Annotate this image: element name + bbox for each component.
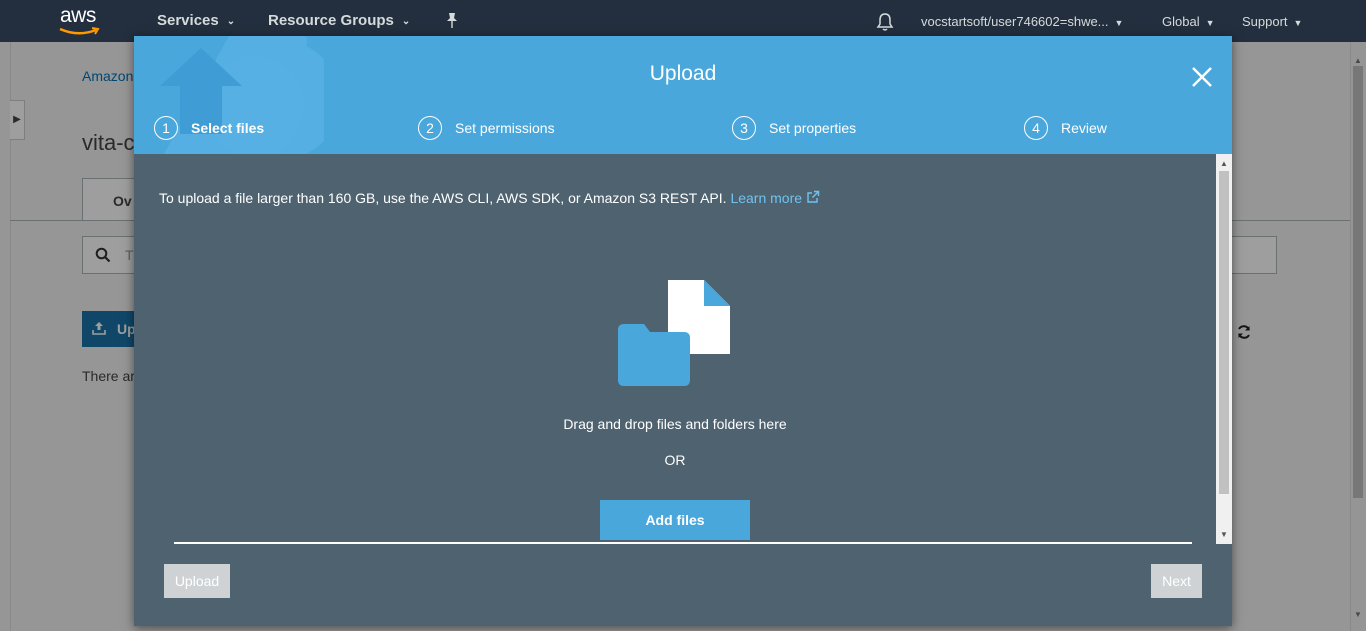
aws-smile-icon [59,27,100,35]
dialog-scrollbar-thumb[interactable] [1219,171,1229,494]
pin-icon[interactable] [444,12,460,30]
close-icon[interactable] [1190,65,1214,89]
support-menu[interactable]: Support ▼ [1242,14,1302,29]
resource-groups-menu[interactable]: Resource Groups ⌄ [268,12,410,29]
chevron-down-icon: ▼ [1205,18,1215,28]
step-label: Select files [191,120,265,136]
external-link-icon [807,190,820,203]
resource-groups-label: Resource Groups [268,12,394,29]
chevron-down-icon: ▼ [1293,18,1303,28]
region-menu[interactable]: Global ▼ [1162,14,1215,29]
next-button[interactable]: Next [1151,564,1202,598]
learn-more-link[interactable]: Learn more [730,190,820,206]
chevron-down-icon: ▼ [1114,18,1124,28]
step-number: 2 [418,116,442,140]
step-label: Review [1061,120,1107,136]
step-label: Set permissions [455,120,555,136]
bell-icon[interactable] [876,12,894,32]
scroll-up-icon[interactable]: ▲ [1220,159,1228,168]
or-separator: OR [664,452,686,468]
account-menu[interactable]: vocstartsoft/user746602=shwe... ▼ [921,14,1123,29]
services-label: Services [157,12,219,29]
learn-more-label: Learn more [730,190,803,206]
scroll-down-icon[interactable]: ▼ [1220,530,1228,539]
support-label: Support [1242,14,1288,29]
region-label: Global [1162,14,1200,29]
files-folders-icon [618,280,730,386]
services-menu[interactable]: Services ⌄ [157,12,235,29]
aws-logo[interactable]: aws [58,4,104,38]
chevron-down-icon: ⌄ [401,16,411,27]
aws-logo-text: aws [60,4,96,27]
upload-dialog-header: Upload 1 Select files 2 Set permissions … [134,36,1232,154]
drag-drop-text: Drag and drop files and folders here [563,416,787,432]
step-number: 1 [154,116,178,140]
step-label: Set properties [769,120,857,136]
upload-submit-button[interactable]: Upload [164,564,230,598]
account-label: vocstartsoft/user746602=shwe... [921,14,1109,29]
step-number: 4 [1024,116,1048,140]
dialog-title: Upload [649,62,717,85]
upload-dropzone[interactable]: To upload a file larger than 160 GB, use… [134,154,1216,542]
upload-size-info: To upload a file larger than 160 GB, use… [159,190,820,206]
upload-size-info-text: To upload a file larger than 160 GB, use… [159,190,727,206]
upload-dialog: Upload 1 Select files 2 Set permissions … [134,36,1232,626]
footer-divider [174,542,1192,544]
chevron-down-icon: ⌄ [226,16,236,27]
add-files-button[interactable]: Add files [600,500,750,540]
step-number: 3 [732,116,756,140]
